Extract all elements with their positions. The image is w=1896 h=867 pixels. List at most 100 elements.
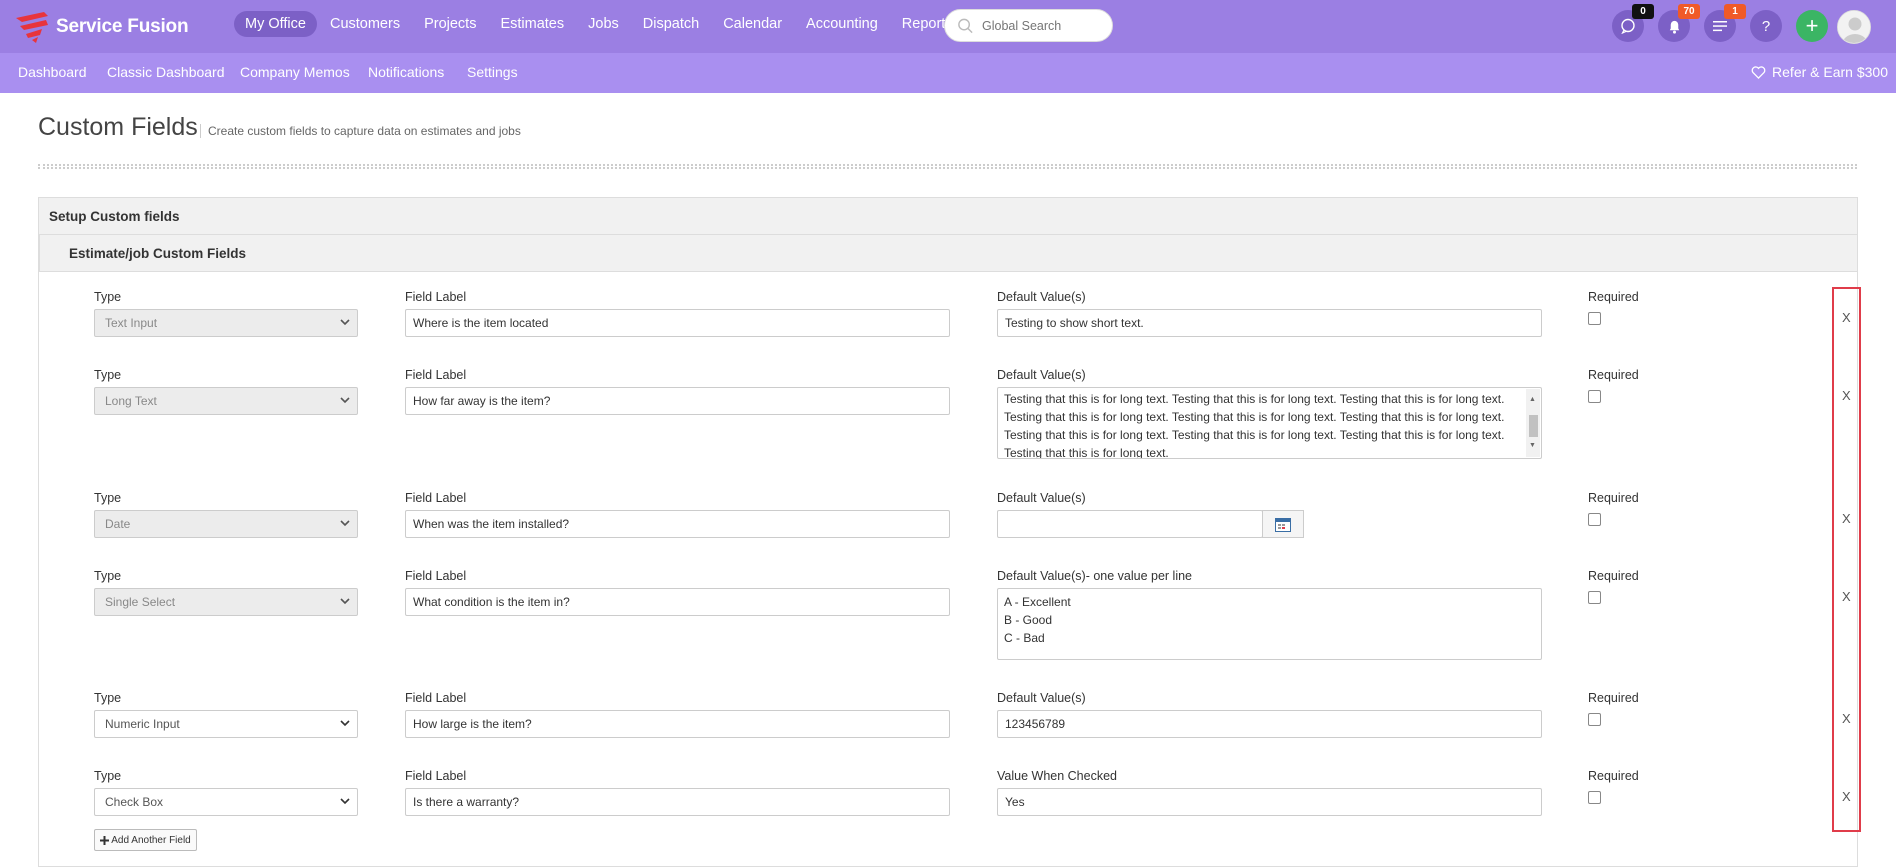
help-button[interactable]: ? [1750, 10, 1782, 42]
subnav-dashboard[interactable]: Dashboard [18, 64, 87, 80]
type-label: Type [94, 368, 122, 382]
default-value-label: Default Value(s) [997, 491, 1086, 505]
add-another-field-button[interactable]: Add Another Field [94, 829, 197, 851]
required-checkbox[interactable] [1588, 791, 1601, 804]
field-label-input[interactable]: How far away is the item? [405, 387, 950, 415]
required-checkbox[interactable] [1588, 513, 1601, 526]
panel-title: Setup Custom fields [39, 198, 1857, 235]
type-label: Type [94, 769, 122, 783]
nav-projects[interactable]: Projects [413, 11, 487, 37]
required-label: Required [1588, 569, 1639, 583]
notifications-badge: 70 [1678, 4, 1700, 19]
field-label-label: Field Label [405, 368, 467, 382]
type-select: Date [94, 510, 358, 538]
scroll-down-icon[interactable]: ▼ [1529, 437, 1536, 455]
logo[interactable]: Service Fusion [14, 10, 189, 44]
default-value-label: Default Value(s) [997, 691, 1086, 705]
type-label: Type [94, 290, 122, 304]
refer-label: Refer & Earn $300 [1772, 64, 1888, 80]
nav-jobs[interactable]: Jobs [577, 11, 630, 37]
option-line: A - Excellent [1004, 595, 1071, 609]
type-value: Date [105, 517, 131, 531]
type-select[interactable]: Numeric Input [94, 710, 358, 738]
type-value: Single Select [105, 595, 176, 609]
chevron-down-icon [340, 397, 350, 404]
calendar-button[interactable] [1262, 510, 1304, 538]
field-label-label: Field Label [405, 569, 467, 583]
field-label-input[interactable]: Where is the item located [405, 309, 950, 337]
field-label-input[interactable]: When was the item installed? [405, 510, 950, 538]
list-icon [1713, 21, 1727, 32]
user-avatar-icon [1838, 11, 1870, 43]
field-label-input[interactable]: How large is the item? [405, 710, 950, 738]
subnav-company-memos[interactable]: Company Memos [240, 64, 350, 80]
textarea-line: Testing that this is for long text. Test… [1004, 392, 1505, 406]
search-input[interactable] [982, 18, 1112, 33]
type-label: Type [94, 491, 122, 505]
scroll-thumb[interactable] [1529, 415, 1538, 437]
page-title: Custom Fields [38, 113, 198, 141]
plus-icon: + [1805, 13, 1819, 38]
textarea-scrollbar[interactable]: ▲ ▼ [1526, 389, 1540, 457]
chevron-down-icon [340, 798, 350, 805]
messages-button[interactable]: 0 [1612, 4, 1654, 42]
textarea-line: Testing that this is for long text. Test… [1004, 428, 1505, 442]
type-label: Type [94, 691, 122, 705]
brand-name: Service Fusion [56, 16, 189, 37]
default-value-textarea[interactable]: Testing that this is for long text. Test… [997, 387, 1542, 459]
chevron-down-icon [340, 319, 350, 326]
required-label: Required [1588, 491, 1639, 505]
date-input[interactable] [997, 510, 1263, 538]
required-label: Required [1588, 290, 1639, 304]
page-subtitle: Create custom fields to capture data on … [200, 124, 521, 138]
add-another-field-label: Add Another Field [111, 834, 191, 846]
notifications-button[interactable]: 70 [1658, 4, 1700, 42]
search-icon [958, 18, 973, 33]
nav-customers[interactable]: Customers [319, 11, 411, 37]
top-navigation-bar: Service Fusion My Office Customers Proje… [0, 0, 1896, 53]
global-search[interactable] [944, 9, 1113, 42]
nav-calendar[interactable]: Calendar [712, 11, 793, 37]
chevron-down-icon [340, 520, 350, 527]
type-select: Text Input [94, 309, 358, 337]
calendar-icon [1275, 517, 1291, 532]
subnav-classic-dashboard[interactable]: Classic Dashboard [107, 64, 225, 80]
required-checkbox[interactable] [1588, 591, 1601, 604]
nav-estimates[interactable]: Estimates [489, 11, 575, 37]
field-label-input[interactable]: What condition is the item in? [405, 588, 950, 616]
quick-add-button[interactable]: + [1796, 10, 1828, 42]
default-value-input[interactable]: Testing to show short text. [997, 309, 1542, 337]
type-value: Check Box [105, 795, 164, 809]
default-values-textarea[interactable]: A - Excellent B - Good C - Bad [997, 588, 1542, 660]
field-label-label: Field Label [405, 691, 467, 705]
field-label-label: Field Label [405, 491, 467, 505]
required-label: Required [1588, 368, 1639, 382]
field-label-input[interactable]: Is there a warranty? [405, 788, 950, 816]
tasks-button[interactable]: 1 [1704, 4, 1746, 42]
default-value-input[interactable]: 123456789 [997, 710, 1542, 738]
help-icon: ? [1761, 17, 1771, 35]
textarea-line: Testing that this is for long text. [1004, 446, 1169, 459]
service-fusion-logo-icon [16, 12, 48, 43]
refer-and-earn-link[interactable]: Refer & Earn $300 [1751, 64, 1888, 80]
default-value-label: Default Value(s) [997, 290, 1086, 304]
type-select[interactable]: Check Box [94, 788, 358, 816]
subnav-notifications[interactable]: Notifications [368, 64, 444, 80]
required-label: Required [1588, 691, 1639, 705]
main-nav: My Office Customers Projects Estimates J… [234, 11, 966, 37]
required-checkbox[interactable] [1588, 390, 1601, 403]
nav-dispatch[interactable]: Dispatch [632, 11, 710, 37]
nav-accounting[interactable]: Accounting [795, 11, 889, 37]
sub-navigation-bar: Dashboard Classic Dashboard Company Memo… [0, 53, 1896, 93]
subnav-settings[interactable]: Settings [467, 64, 518, 80]
estimate-job-custom-fields-panel: Estimate/job Custom Fields Type Text Inp… [39, 235, 1857, 866]
chat-bubble-icon [1621, 18, 1635, 34]
required-checkbox[interactable] [1588, 312, 1601, 325]
scroll-up-icon[interactable]: ▲ [1529, 391, 1536, 409]
required-checkbox[interactable] [1588, 713, 1601, 726]
option-line: C - Bad [1004, 631, 1045, 645]
user-avatar[interactable] [1837, 10, 1871, 44]
required-label: Required [1588, 769, 1639, 783]
checked-value-input[interactable]: Yes [997, 788, 1542, 816]
nav-my-office[interactable]: My Office [234, 11, 317, 37]
